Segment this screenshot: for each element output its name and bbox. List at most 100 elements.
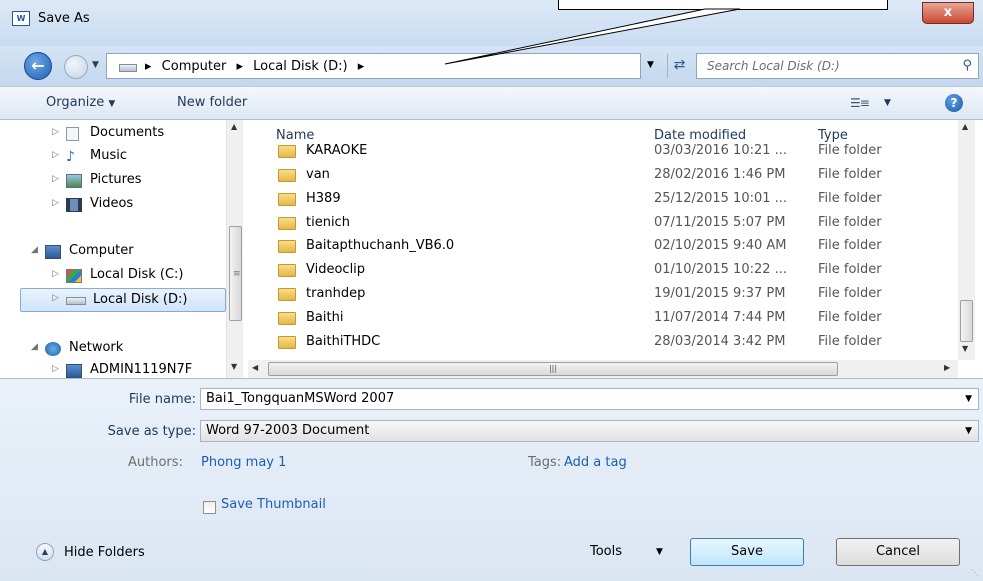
scroll-thumb[interactable]: ||| [268, 362, 838, 376]
sidebar-item-label: Music [90, 148, 127, 163]
callout-box [558, 0, 888, 10]
videos-icon [66, 198, 82, 212]
cancel-button[interactable]: Cancel [836, 538, 960, 566]
nav-scrollbar[interactable]: ▲ ≡ ▼ [226, 120, 243, 378]
scroll-left-icon[interactable]: ◀ [252, 363, 258, 372]
scroll-down-icon[interactable]: ▼ [962, 344, 968, 353]
forward-button[interactable] [64, 55, 88, 79]
close-button[interactable]: x [922, 2, 974, 24]
save-thumbnail-checkbox[interactable] [203, 501, 216, 514]
breadcrumb-separator-icon[interactable]: ▸ [358, 59, 365, 74]
sidebar-item-admin1119n7f[interactable]: ▷ ADMIN1119N7F [52, 362, 222, 378]
file-name: van [306, 167, 330, 182]
sidebar-item-network[interactable]: ◢ Network [31, 340, 221, 360]
new-folder-button[interactable]: New folder [177, 95, 247, 110]
table-row[interactable]: KARAOKE 03/03/2016 10:21 ... File folder [278, 142, 958, 165]
authors-value[interactable]: Phong may 1 [201, 455, 286, 470]
expand-icon[interactable]: ▷ [52, 174, 59, 184]
scroll-up-icon[interactable]: ▲ [231, 122, 237, 131]
views-icon[interactable]: ☰≡ [850, 96, 870, 110]
column-header-name[interactable]: Name [276, 128, 314, 143]
tools-button[interactable]: Tools [590, 544, 622, 559]
organize-button[interactable]: Organize ▼ [46, 95, 115, 110]
file-name: Videoclip [306, 262, 366, 277]
file-name-field[interactable]: Bai1_TongquanMSWord 2007 ▼ [200, 388, 979, 410]
collapse-up-icon[interactable]: ▲ [36, 543, 54, 561]
address-dropdown-icon[interactable]: ▼ [647, 60, 654, 70]
table-row[interactable]: Baitapthuchanh_VB6.0 02/10/2015 9:40 AM … [278, 237, 958, 260]
resize-grip-icon[interactable]: ⋱ [971, 568, 979, 577]
expand-icon[interactable]: ▷ [52, 127, 59, 137]
tags-value[interactable]: Add a tag [564, 455, 627, 470]
file-name: H389 [306, 191, 341, 206]
save-type-label: Save as type: [107, 424, 196, 439]
save-type-select[interactable]: Word 97-2003 Document ▼ [200, 420, 979, 442]
history-dropdown-icon[interactable]: ▼ [92, 60, 99, 70]
chevron-down-icon[interactable]: ▼ [965, 426, 972, 436]
collapse-icon[interactable]: ◢ [31, 245, 38, 255]
sidebar-item-label: Videos [90, 196, 134, 211]
folder-icon [278, 217, 296, 230]
sidebar-item-pictures[interactable]: ▷ Pictures [52, 172, 222, 192]
network-icon [45, 342, 61, 356]
breadcrumb-separator-icon: ▸ [145, 59, 152, 74]
table-row[interactable]: Videoclip 01/10/2015 10:22 ... File fold… [278, 261, 958, 284]
back-button[interactable]: ← [24, 52, 52, 80]
chevron-down-icon[interactable]: ▼ [965, 394, 972, 404]
breadcrumb-local-disk-d[interactable]: Local Disk (D:) [253, 59, 347, 74]
file-type: File folder [818, 167, 882, 182]
scroll-right-icon[interactable]: ▶ [944, 363, 950, 372]
expand-icon[interactable]: ▷ [52, 150, 59, 160]
sidebar-item-computer[interactable]: ◢ Computer [31, 243, 221, 263]
breadcrumb-computer[interactable]: Computer [162, 59, 227, 74]
file-type: File folder [818, 310, 882, 325]
sidebar-item-local-disk-c[interactable]: ▷ Local Disk (C:) [52, 267, 222, 287]
music-icon: ♪ [66, 149, 75, 165]
collapse-icon[interactable]: ◢ [31, 342, 38, 352]
sidebar-item-documents[interactable]: ▷ Documents [52, 125, 222, 145]
search-input[interactable]: Search Local Disk (D:) ⚲ [696, 53, 979, 79]
scroll-down-icon[interactable]: ▼ [231, 362, 237, 371]
table-row[interactable]: van 28/02/2016 1:46 PM File folder [278, 166, 958, 189]
folder-icon [278, 169, 296, 182]
table-row[interactable]: H389 25/12/2015 10:01 ... File folder [278, 190, 958, 213]
table-row[interactable]: BaithiTHDC 28/03/2014 3:42 PM File folde… [278, 333, 958, 356]
folder-icon [278, 264, 296, 277]
pictures-icon [66, 174, 82, 188]
documents-icon [66, 127, 79, 141]
sidebar-item-music[interactable]: ▷ ♪ Music [52, 148, 222, 168]
help-icon[interactable]: ? [945, 94, 963, 112]
scroll-thumb[interactable]: ≡ [229, 226, 242, 321]
refresh-button[interactable]: ⇄ [667, 54, 691, 78]
expand-icon[interactable]: ▷ [52, 269, 59, 279]
tools-dropdown-icon[interactable]: ▼ [656, 547, 663, 557]
file-list-horizontal-scrollbar[interactable]: ◀ ||| ▶ [248, 360, 958, 378]
file-name: Baithi [306, 310, 344, 325]
search-icon[interactable]: ⚲ [962, 58, 972, 73]
scroll-thumb[interactable] [960, 300, 973, 342]
save-button[interactable]: Save [690, 538, 804, 566]
column-header-date[interactable]: Date modified [654, 128, 746, 143]
save-thumbnail-label[interactable]: Save Thumbnail [221, 497, 326, 512]
file-date: 11/07/2014 7:44 PM [654, 310, 786, 325]
expand-icon[interactable]: ▷ [52, 198, 59, 208]
expand-icon[interactable]: ▷ [52, 364, 59, 374]
file-name: Baitapthuchanh_VB6.0 [306, 238, 455, 253]
expand-icon[interactable]: ▷ [52, 293, 59, 303]
table-row[interactable]: Baithi 11/07/2014 7:44 PM File folder [278, 309, 958, 332]
file-list-vertical-scrollbar[interactable]: ▲ ▼ [958, 120, 975, 360]
file-type: File folder [818, 191, 882, 206]
sidebar-item-label: Computer [69, 243, 134, 258]
table-row[interactable]: tranhdep 19/01/2015 9:37 PM File folder [278, 285, 958, 308]
search-placeholder: Search Local Disk (D:) [707, 59, 840, 73]
sidebar-item-label: Documents [90, 125, 165, 140]
views-dropdown-icon[interactable]: ▼ [884, 98, 891, 108]
hide-folders-button[interactable]: Hide Folders [64, 545, 145, 560]
table-row[interactable]: tienich 07/11/2015 5:07 PM File folder [278, 214, 958, 237]
sidebar-item-videos[interactable]: ▷ Videos [52, 196, 222, 216]
column-header-type[interactable]: Type [818, 128, 848, 143]
sidebar-item-local-disk-d[interactable]: ▷ Local Disk (D:) [20, 288, 226, 312]
scroll-up-icon[interactable]: ▲ [962, 122, 968, 131]
file-date: 03/03/2016 10:21 ... [654, 143, 788, 158]
address-bar[interactable]: ▸ Computer ▸ Local Disk (D:) ▸ [106, 53, 641, 79]
